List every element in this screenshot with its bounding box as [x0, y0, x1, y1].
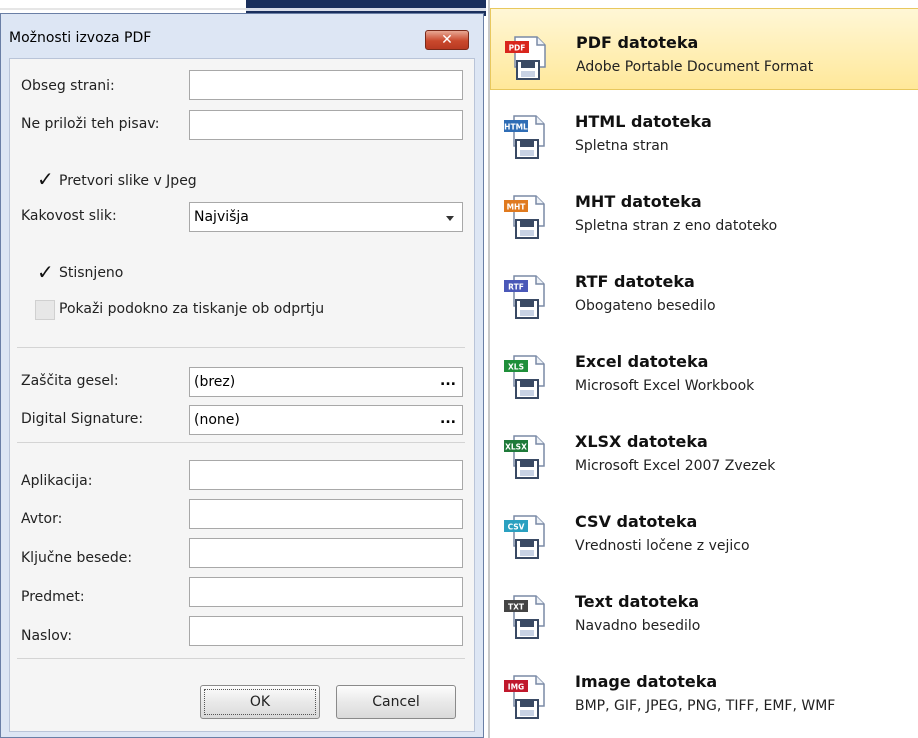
password-value: (brez) — [194, 374, 236, 390]
svg-text:IMG: IMG — [508, 683, 524, 692]
cancel-button[interactable]: Cancel — [336, 685, 456, 719]
ok-button[interactable]: OK — [200, 685, 320, 719]
password-label: Zaščita gesel: — [21, 373, 119, 389]
svg-text:MHT: MHT — [507, 203, 527, 212]
application-input[interactable] — [189, 460, 463, 490]
svg-text:XLS: XLS — [508, 363, 524, 372]
title-input[interactable] — [189, 616, 463, 646]
image-quality-select[interactable]: Najvišja — [189, 202, 463, 232]
page-range-input[interactable] — [189, 70, 463, 100]
menu-item-rtf[interactable]: RTF RTF datoteka Obogateno besedilo — [490, 248, 918, 330]
show-print-label: Pokaži podokno za tiskanje ob odprtju — [59, 301, 325, 317]
convert-jpeg-label: Pretvori slike v Jpeg — [59, 173, 197, 189]
menu-item-description: BMP, GIF, JPEG, PNG, TIFF, EMF, WMF — [575, 698, 836, 714]
menu-item-title: HTML datoteka — [575, 112, 712, 131]
menu-item-title: XLSX datoteka — [575, 432, 708, 451]
password-browse-button[interactable]: ... — [440, 373, 456, 389]
export-format-menu: PDF PDF datoteka Adobe Portable Document F… — [488, 0, 918, 738]
show-print-checkbox[interactable] — [35, 300, 55, 320]
separator — [17, 658, 465, 659]
application-label: Aplikacija: — [21, 473, 93, 489]
menu-item-csv[interactable]: CSV CSV datoteka Vrednosti ločene z vejico — [490, 488, 918, 570]
separator — [17, 347, 465, 348]
rtf-file-icon: RTF — [504, 275, 545, 319]
keywords-input[interactable] — [189, 538, 463, 568]
keywords-label: Ključne besede: — [21, 550, 133, 566]
menu-item-description: Navadno besedilo — [575, 618, 701, 634]
menu-item-description: Microsoft Excel 2007 Zvezek — [575, 458, 776, 474]
menu-item-html[interactable]: HTML HTML datoteka Spletna stran — [490, 88, 918, 170]
html-file-icon: HTML — [504, 115, 545, 159]
signature-browse-button[interactable]: ... — [440, 411, 456, 427]
password-field[interactable]: (brez) ... — [189, 367, 463, 397]
menu-item-xlsx[interactable]: XLSX XLSX datoteka Microsoft Excel 2007 Zv… — [490, 408, 918, 490]
exclude-fonts-input[interactable] — [189, 110, 463, 140]
author-label: Avtor: — [21, 511, 63, 527]
svg-text:RTF: RTF — [508, 283, 524, 292]
exclude-fonts-label: Ne priloži teh pisav: — [21, 116, 160, 132]
mht-file-icon: MHT — [504, 195, 545, 239]
menu-item-title: Image datoteka — [575, 672, 718, 691]
pdf-file-icon: PDF — [505, 36, 546, 80]
author-input[interactable] — [189, 499, 463, 529]
menu-item-description: Vrednosti ločene z vejico — [575, 538, 750, 554]
close-button[interactable]: ✕ — [425, 30, 469, 50]
menu-item-title: CSV datoteka — [575, 512, 698, 531]
image-quality-value: Najvišja — [194, 209, 249, 225]
signature-label: Digital Signature: — [21, 411, 144, 427]
img-file-icon: IMG — [504, 675, 545, 719]
menu-item-description: Obogateno besedilo — [575, 298, 716, 314]
convert-jpeg-checkbox[interactable] — [35, 167, 55, 191]
menu-item-description: Spletna stran z eno datoteko — [575, 218, 778, 234]
pdf-export-dialog: Možnosti izvoza PDF ✕ Obseg strani: Ne p… — [0, 13, 484, 738]
svg-text:XLSX: XLSX — [505, 443, 527, 452]
menu-item-title: PDF datoteka — [576, 33, 699, 52]
image-quality-label: Kakovost slik: — [21, 208, 117, 224]
compressed-checkbox[interactable] — [35, 260, 55, 284]
svg-text:HTML: HTML — [504, 123, 528, 132]
menu-item-description: Adobe Portable Document Format — [576, 59, 814, 75]
menu-item-mht[interactable]: MHT MHT datoteka Spletna stran z eno datot… — [490, 168, 918, 250]
xlsx-file-icon: XLSX — [504, 435, 545, 479]
signature-value: (none) — [194, 412, 240, 428]
menu-item-img[interactable]: IMG Image datoteka BMP, GIF, JPEG, PNG, TI… — [490, 648, 918, 730]
dialog-title: Možnosti izvoza PDF — [9, 30, 152, 46]
menu-item-pdf[interactable]: PDF PDF datoteka Adobe Portable Document F… — [490, 8, 918, 90]
menu-item-title: Text datoteka — [575, 592, 700, 611]
title-label: Naslov: — [21, 628, 73, 644]
separator — [17, 442, 465, 443]
svg-text:CSV: CSV — [508, 523, 525, 532]
subject-label: Predmet: — [21, 589, 85, 605]
menu-item-description: Microsoft Excel Workbook — [575, 378, 755, 394]
csv-file-icon: CSV — [504, 515, 545, 559]
compressed-label: Stisnjeno — [59, 265, 124, 281]
svg-text:TXT: TXT — [508, 603, 525, 612]
subject-input[interactable] — [189, 577, 463, 607]
signature-field[interactable]: (none) ... — [189, 405, 463, 435]
menu-item-title: Excel datoteka — [575, 352, 709, 371]
menu-item-xls[interactable]: XLS Excel datoteka Microsoft Excel Workboo… — [490, 328, 918, 410]
svg-text:PDF: PDF — [509, 44, 526, 53]
xls-file-icon: XLS — [504, 355, 545, 399]
menu-item-title: RTF datoteka — [575, 272, 695, 291]
txt-file-icon: TXT — [504, 595, 545, 639]
menu-item-description: Spletna stran — [575, 138, 669, 154]
menu-item-txt[interactable]: TXT Text datoteka Navadno besedilo — [490, 568, 918, 650]
menu-item-title: MHT datoteka — [575, 192, 702, 211]
page-range-label: Obseg strani: — [21, 78, 115, 94]
